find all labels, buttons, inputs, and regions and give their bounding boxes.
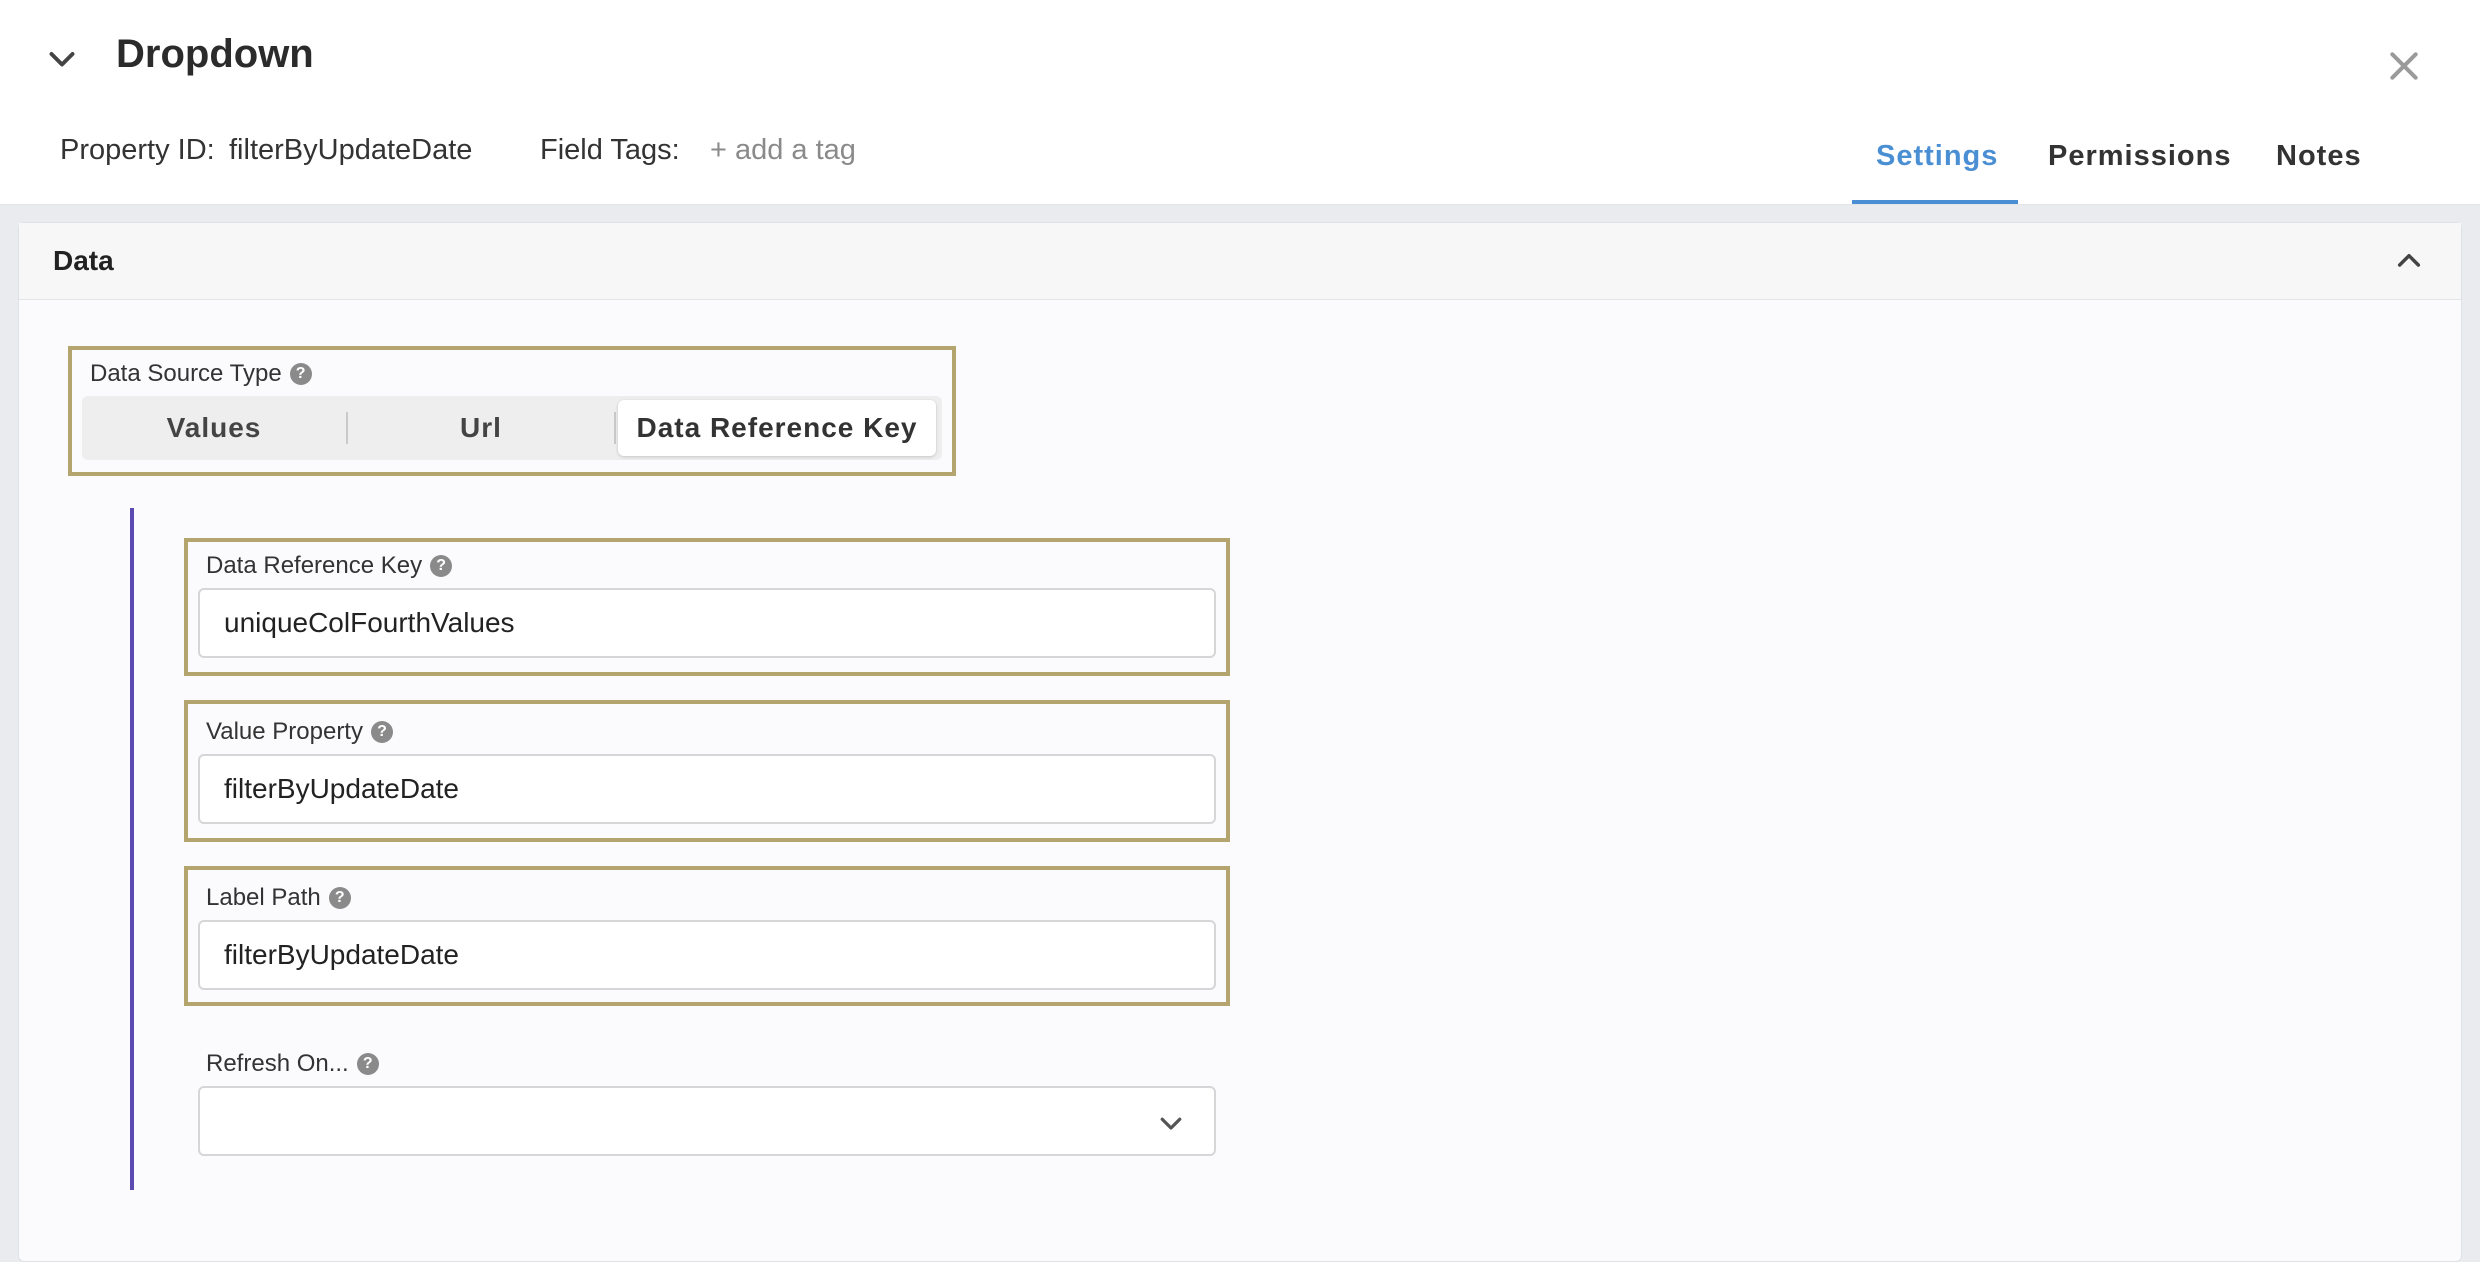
nested-group-indicator — [130, 508, 134, 1190]
add-tag-link[interactable]: + add a tag — [710, 134, 856, 167]
tab-settings[interactable]: Settings — [1876, 140, 1998, 173]
property-id-label: Property ID: — [60, 134, 215, 166]
data-source-type-label-text: Data Source Type — [90, 360, 282, 387]
chevron-up-icon[interactable] — [2393, 245, 2425, 277]
value-property-input[interactable]: filterByUpdateDate — [198, 754, 1216, 824]
help-icon[interactable]: ? — [356, 1053, 379, 1075]
value-property-label-text: Value Property — [206, 718, 363, 745]
data-reference-key-input[interactable]: uniqueColFourthValues — [198, 588, 1216, 658]
data-panel-header[interactable]: Data — [19, 223, 2461, 300]
label-path-label: Label Path ? — [206, 884, 351, 912]
modal-header: Dropdown Property ID: filterByUpdateDate… — [0, 0, 2480, 205]
data-source-type-label: Data Source Type ? — [90, 360, 312, 388]
data-panel-title: Data — [53, 245, 114, 276]
data-source-type-selector: Values Url Data Reference Key — [82, 396, 942, 460]
chevron-down-icon[interactable] — [44, 42, 80, 78]
data-reference-key-label: Data Reference Key ? — [206, 552, 453, 580]
help-icon[interactable]: ? — [370, 721, 393, 743]
refresh-on-select[interactable] — [198, 1086, 1216, 1156]
value-property-label: Value Property ? — [206, 718, 393, 746]
close-icon[interactable] — [2384, 46, 2424, 86]
active-tab-indicator — [1852, 200, 2018, 204]
help-icon[interactable]: ? — [289, 363, 312, 385]
data-reference-key-label-text: Data Reference Key — [206, 552, 423, 579]
field-tags-label: Field Tags: — [540, 134, 680, 166]
label-path-label-text: Label Path — [206, 884, 321, 911]
option-url[interactable]: Url — [348, 396, 614, 460]
refresh-on-label-text: Refresh On... — [206, 1050, 349, 1077]
option-data-reference-key[interactable]: Data Reference Key — [618, 400, 936, 456]
property-id-value: filterByUpdateDate — [229, 134, 473, 166]
chevron-down-icon[interactable] — [1156, 1108, 1186, 1138]
tab-notes[interactable]: Notes — [2276, 140, 2362, 173]
option-values[interactable]: Values — [82, 396, 346, 460]
help-icon[interactable]: ? — [328, 887, 351, 909]
refresh-on-label: Refresh On... ? — [206, 1050, 379, 1078]
help-icon[interactable]: ? — [430, 555, 453, 577]
segment-divider — [614, 412, 616, 444]
tab-permissions[interactable]: Permissions — [2048, 140, 2231, 173]
page-title: Dropdown — [116, 32, 314, 76]
label-path-input[interactable]: filterByUpdateDate — [198, 920, 1216, 990]
